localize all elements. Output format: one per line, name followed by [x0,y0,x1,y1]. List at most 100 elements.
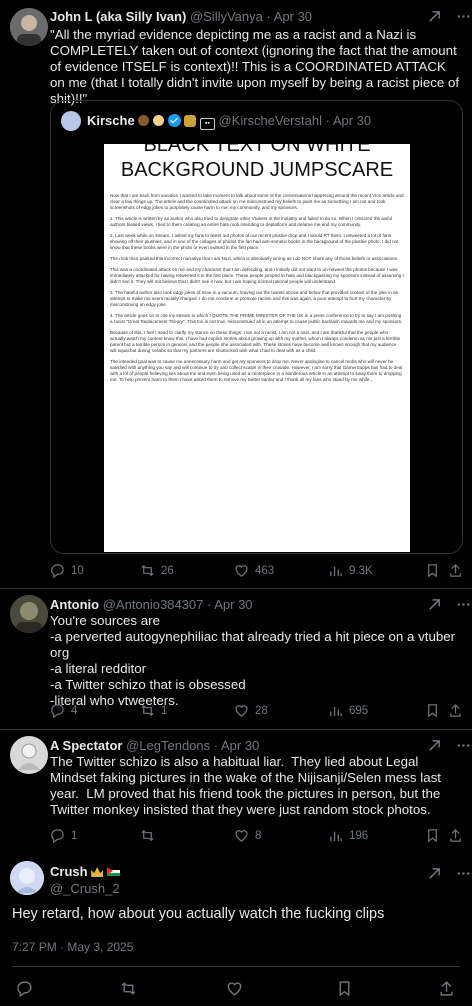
affiliate-icon [184,115,197,127]
views-button[interactable]: 196 [328,828,368,843]
tweet-top-actions [427,597,471,612]
views-button[interactable]: 9.3K [328,563,373,578]
like-button[interactable]: 8 [234,828,261,843]
tweet-header: John L (aka Silly Ivan) @SillyVanya · Ap… [50,9,312,24]
bookmark-button[interactable] [425,563,440,578]
reply-icon [17,981,32,997]
heart-icon [235,830,248,842]
like-count: 8 [255,829,262,842]
retweet-button[interactable] [120,980,137,997]
handle-row: @_Crush_2 [50,881,120,896]
avatar[interactable] [10,736,48,774]
more-icon[interactable] [456,597,471,612]
handle[interactable]: @SillyVanya [190,9,263,24]
share-icon [450,829,461,842]
views-count: 196 [349,829,369,842]
doc-paragraph: 2. Last week while on stream, I asked my… [110,233,399,250]
display-name[interactable]: John L (aka Silly Ivan) [50,9,186,24]
bookmark-button[interactable] [336,980,353,997]
avatar[interactable] [10,595,48,633]
crown-icon [91,867,104,877]
tweet-actions: 4 1 28 695 [50,703,462,721]
tweet-top-actions [427,866,471,881]
main-tweet-text: Hey retard, how about you actually watch… [12,906,385,922]
doc-paragraph: Now that I am back from vacation I wante… [110,193,404,210]
display-name[interactable]: A Spectator [50,738,122,753]
tweet-top-actions [427,738,471,753]
quote-handle: @KirscheVerstahl [218,113,322,128]
retweet-button[interactable]: 1 [140,703,167,718]
handle[interactable]: @Antonio384307 [103,597,204,612]
quote-date: · Apr 30 [325,113,372,128]
views-count: 9.3K [349,564,373,577]
grok-icon[interactable] [427,866,442,881]
more-icon[interactable] [456,866,471,881]
heart-icon [235,565,248,577]
share-icon [450,564,461,577]
retweet-button[interactable] [140,828,161,843]
retweet-count: 26 [161,564,174,577]
quote-avatar [61,111,81,131]
tweet-john-l[interactable]: John L (aka Silly Ivan) @SillyVanya · Ap… [0,0,472,588]
tweet-a-spectator[interactable]: A Spectator @LegTendons · Apr 30 The Twi… [0,730,472,854]
verified-icon [167,114,181,127]
grok-icon[interactable] [427,738,442,753]
reply-button[interactable] [16,980,33,997]
like-button[interactable] [226,980,243,997]
like-button[interactable]: 28 [234,703,268,718]
tweet-actions: 1 8 196 [50,828,462,846]
reply-button[interactable]: 4 [50,703,77,718]
date[interactable]: · Apr 30 [214,738,260,753]
more-icon[interactable] [456,9,471,24]
like-count: 463 [255,564,275,577]
retweet-icon [141,829,154,842]
reply-button[interactable]: 1 [50,828,77,843]
avatar[interactable] [10,8,48,46]
avatar[interactable] [10,861,44,895]
retweet-icon [141,564,154,577]
tweet-text: You're sources are -a perverted autogyne… [50,613,456,708]
display-name[interactable]: Antonio [50,597,99,612]
share-button[interactable] [448,828,463,843]
like-button[interactable]: 463 [234,563,274,578]
quote-header: Kirsche ▪▪ @KirscheVerstahl · Apr 30 [87,113,371,130]
reply-count: 4 [71,704,78,717]
tweet-antonio[interactable]: Antonio @Antonio384307 · Apr 30 You're s… [0,589,472,729]
views-button[interactable]: 695 [328,703,368,718]
bookmark-icon [428,564,437,578]
display-name[interactable]: Crush [50,864,88,879]
handle[interactable]: @LegTendons [126,738,210,753]
badge-icon [138,115,150,126]
reply-count: 10 [71,564,84,577]
doc-paragraph: The mob then painted this incorrect narr… [110,256,399,261]
tweet-text: The Twitter schizo is also a habitual li… [50,754,445,817]
doc-paragraph: 3. The hateful author also took edgy jok… [110,290,399,307]
tweet-header: Antonio @Antonio384307 · Apr 30 [50,597,253,612]
heart-icon [235,705,248,717]
views-count: 695 [349,704,369,717]
quote-document-image[interactable]: BLACK TEXT ON WHITE BACKGROUND JUMPSCARE… [104,144,410,552]
views-icon [330,706,342,717]
date[interactable]: · Apr 30 [207,597,253,612]
tweet-text: "All the myriad evidence depicting me as… [50,27,463,106]
more-icon[interactable] [456,738,471,753]
timestamp[interactable]: 7:27 PM · May 3, 2025 [12,940,133,954]
bookmark-button[interactable] [425,828,440,843]
doc-paragraph: Because of this, I feel I need to clarif… [110,330,401,353]
emoji-icon [152,115,164,126]
handle[interactable]: @_Crush_2 [50,881,120,896]
reply-button[interactable]: 10 [50,563,84,578]
date[interactable]: · Apr 30 [267,9,313,24]
share-button[interactable] [438,980,455,997]
bookmark-button[interactable] [425,703,440,718]
heart-icon [227,982,242,996]
retweet-button[interactable]: 26 [140,563,174,578]
doc-title-line1: BLACK TEXT ON WHITE [143,144,371,156]
grok-icon[interactable] [427,9,442,24]
doc-paragraph: This was a coordinated attack on me and … [110,267,404,284]
share-button[interactable] [448,703,463,718]
doc-title: BLACK TEXT ON WHITE BACKGROUND JUMPSCARE [104,144,410,183]
tweet-actions: 10 26 463 9.3K [50,563,462,581]
share-button[interactable] [448,563,463,578]
grok-icon[interactable] [427,597,442,612]
